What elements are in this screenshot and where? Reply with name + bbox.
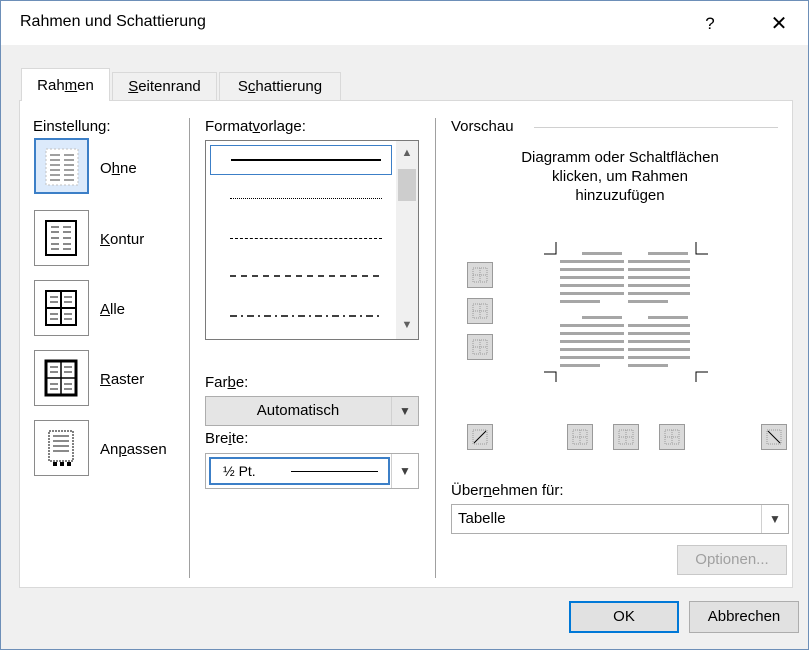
- bottom-border-icon: [472, 339, 488, 355]
- color-dropdown[interactable]: Automatisch ▼: [205, 396, 419, 426]
- preview-instruction: Diagramm oder Schaltflächen klicken, um …: [521, 149, 719, 204]
- tab-schattierung[interactable]: Schattierung: [219, 72, 341, 100]
- none-border-icon: [45, 148, 79, 186]
- box-border-icon: [45, 220, 77, 256]
- tab-seitenrand[interactable]: Seitenrand: [112, 72, 217, 100]
- options-button[interactable]: Optionen...: [677, 545, 787, 575]
- chevron-down-icon[interactable]: ▼: [391, 454, 418, 488]
- scroll-down-icon[interactable]: ▼: [396, 313, 418, 337]
- dialog-title: Rahmen und Schattierung: [20, 13, 206, 30]
- cancel-button[interactable]: Abbrechen: [689, 601, 799, 633]
- width-label: Breite:: [205, 430, 249, 447]
- apply-to-dropdown[interactable]: Tabelle ▼: [451, 504, 789, 534]
- chevron-down-icon[interactable]: ▼: [761, 505, 788, 533]
- all-border-icon: [45, 290, 77, 326]
- diagonal-down-border-icon: [766, 429, 782, 445]
- right-border-icon: [664, 429, 680, 445]
- custom-border-icon: [48, 430, 74, 466]
- inside-horizontal-border-icon: [472, 303, 488, 319]
- inside-vertical-button[interactable]: [613, 424, 639, 450]
- style-label: Formatvorlage:: [205, 118, 306, 135]
- ok-button[interactable]: OK: [569, 601, 679, 633]
- dotted-line-sample: [230, 198, 382, 199]
- preview-diagram[interactable]: [540, 238, 712, 384]
- setting-grid-button[interactable]: [34, 350, 89, 406]
- help-button[interactable]: ?: [695, 11, 725, 37]
- left-border-button[interactable]: [567, 424, 593, 450]
- setting-grid-label: Raster: [100, 371, 145, 388]
- settings-heading: Einstellung:: [33, 118, 111, 135]
- line-style-dotted[interactable]: [210, 183, 392, 213]
- width-line-sample: [291, 471, 378, 472]
- left-border-icon: [572, 429, 588, 445]
- width-value: ½ Pt.: [223, 463, 256, 479]
- line-style-dashed[interactable]: [210, 261, 392, 291]
- column-divider: [435, 118, 436, 578]
- list-scrollbar[interactable]: ▲ ▼: [396, 141, 418, 339]
- diagonal-up-border-icon: [472, 429, 488, 445]
- dash-dot-line-sample: [230, 315, 382, 317]
- apply-to-value: Tabelle: [458, 510, 506, 527]
- setting-box-button[interactable]: [34, 210, 89, 266]
- small-dash-line-sample: [230, 238, 382, 239]
- line-style-solid[interactable]: [210, 145, 392, 175]
- grid-border-icon: [44, 359, 78, 397]
- setting-none-button[interactable]: [34, 138, 89, 194]
- diagonal-down-button[interactable]: [467, 424, 493, 450]
- top-border-button[interactable]: [467, 262, 493, 288]
- line-style-dash-dot[interactable]: [210, 301, 392, 331]
- line-style-dashed-small[interactable]: [210, 223, 392, 253]
- dash-line-sample: [230, 275, 382, 277]
- setting-custom-button[interactable]: [34, 420, 89, 476]
- inside-vertical-border-icon: [618, 429, 634, 445]
- width-dropdown[interactable]: ½ Pt. ▼: [205, 453, 419, 489]
- bottom-border-button[interactable]: [467, 334, 493, 360]
- preview-heading-rule: [534, 127, 778, 128]
- setting-all-button[interactable]: [34, 280, 89, 336]
- top-border-icon: [472, 267, 488, 283]
- color-value: Automatisch: [256, 402, 340, 419]
- title-bar: Rahmen und Schattierung ? ✕: [1, 1, 808, 45]
- close-button[interactable]: ✕: [764, 11, 794, 37]
- preview-heading: Vorschau: [451, 118, 514, 135]
- diagonal-up-button[interactable]: [761, 424, 787, 450]
- inside-horizontal-button[interactable]: [467, 298, 493, 324]
- setting-none-label: Ohne: [100, 160, 137, 177]
- color-label: Farbe:: [205, 374, 249, 391]
- width-selection: ½ Pt.: [209, 457, 390, 485]
- scroll-up-icon[interactable]: ▲: [396, 141, 418, 165]
- solid-line-sample: [231, 159, 381, 161]
- scroll-thumb[interactable]: [398, 169, 416, 201]
- setting-custom-label: Anpassen: [100, 441, 167, 458]
- setting-all-label: Alle: [100, 301, 126, 318]
- tab-rahmen[interactable]: Rahmen: [21, 68, 110, 101]
- setting-box-label: Kontur: [100, 231, 145, 248]
- apply-to-label: Übernehmen für:: [451, 482, 564, 499]
- column-divider: [189, 118, 190, 578]
- right-border-button[interactable]: [659, 424, 685, 450]
- chevron-down-icon[interactable]: ▼: [391, 397, 418, 425]
- line-style-list[interactable]: ▲ ▼: [205, 140, 419, 340]
